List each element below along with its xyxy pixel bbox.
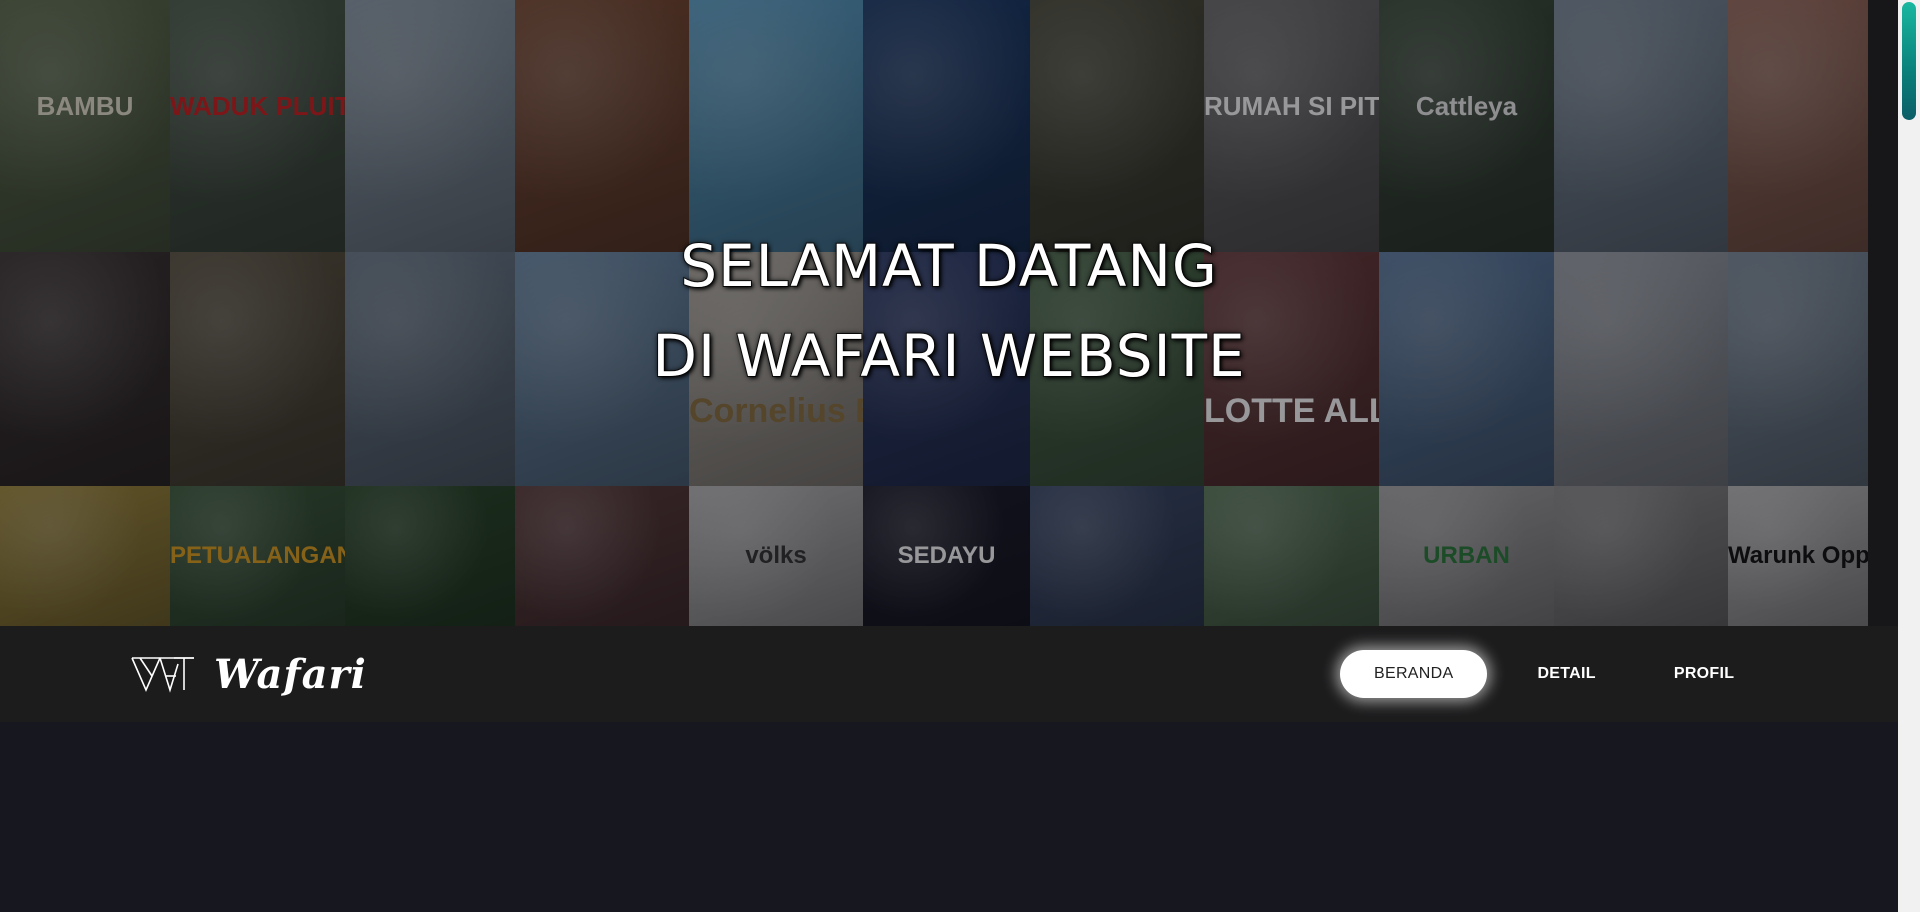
nav-beranda[interactable]: BERANDA xyxy=(1340,650,1488,698)
brand-name: Wafari xyxy=(214,650,367,698)
page: BAMBUWADUK PLUITRUMAH SI PITUNGCattleyaC… xyxy=(0,0,1898,912)
nav-profil[interactable]: PROFIL xyxy=(1640,650,1768,698)
main-nav: BERANDA DETAIL PROFIL xyxy=(1340,650,1768,698)
navbar: Wafari BERANDA DETAIL PROFIL xyxy=(0,626,1898,722)
vertical-scrollbar[interactable] xyxy=(1898,0,1920,912)
hero-title-line-2: DI WAFARI WEBSITE xyxy=(651,321,1246,391)
scrollbar-thumb[interactable] xyxy=(1902,2,1916,120)
hero-banner: BAMBUWADUK PLUITRUMAH SI PITUNGCattleyaC… xyxy=(0,0,1898,626)
nav-detail[interactable]: DETAIL xyxy=(1503,650,1629,698)
brand[interactable]: Wafari xyxy=(130,650,367,698)
hero-title-line-1: SELAMAT DATANG xyxy=(679,231,1218,301)
wafari-logo-icon xyxy=(131,657,194,693)
hero-dim-overlay xyxy=(0,0,1898,626)
